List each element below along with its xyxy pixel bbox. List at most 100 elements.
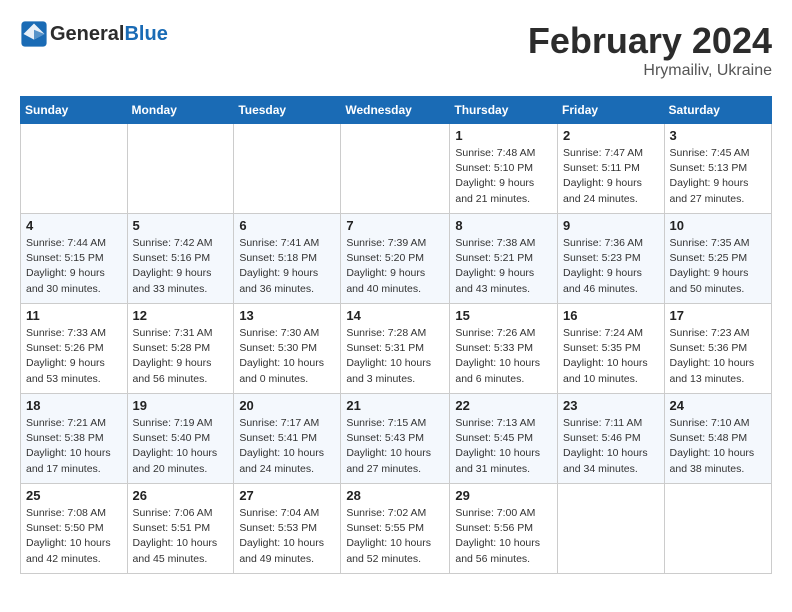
calendar-day-cell: 9 Sunrise: 7:36 AM Sunset: 5:23 PM Daylig…: [558, 214, 665, 304]
weekday-header-cell: Wednesday: [341, 97, 450, 124]
calendar-day-cell: 24 Sunrise: 7:10 AM Sunset: 5:48 PM Dayli…: [664, 394, 771, 484]
day-number: 26: [133, 488, 229, 503]
calendar-day-cell: 4 Sunrise: 7:44 AM Sunset: 5:15 PM Daylig…: [21, 214, 128, 304]
day-info: Sunrise: 7:17 AM Sunset: 5:41 PM Dayligh…: [239, 416, 335, 477]
calendar-day-cell: 2 Sunrise: 7:47 AM Sunset: 5:11 PM Daylig…: [558, 124, 665, 214]
calendar-day-cell: 15 Sunrise: 7:26 AM Sunset: 5:33 PM Dayli…: [450, 304, 558, 394]
day-number: 25: [26, 488, 122, 503]
day-number: 17: [670, 308, 766, 323]
calendar-table: SundayMondayTuesdayWednesdayThursdayFrid…: [20, 96, 772, 574]
day-number: 1: [455, 128, 552, 143]
day-number: 4: [26, 218, 122, 233]
day-info: Sunrise: 7:36 AM Sunset: 5:23 PM Dayligh…: [563, 236, 659, 297]
weekday-header-cell: Monday: [127, 97, 234, 124]
logo-text: GeneralBlue: [50, 23, 168, 46]
calendar-week-row: 1 Sunrise: 7:48 AM Sunset: 5:10 PM Daylig…: [21, 124, 772, 214]
logo-icon: [20, 20, 48, 48]
calendar-day-cell: 20 Sunrise: 7:17 AM Sunset: 5:41 PM Dayli…: [234, 394, 341, 484]
day-info: Sunrise: 7:44 AM Sunset: 5:15 PM Dayligh…: [26, 236, 122, 297]
day-info: Sunrise: 7:28 AM Sunset: 5:31 PM Dayligh…: [346, 326, 444, 387]
weekday-header-cell: Friday: [558, 97, 665, 124]
day-info: Sunrise: 7:26 AM Sunset: 5:33 PM Dayligh…: [455, 326, 552, 387]
calendar-day-cell: 12 Sunrise: 7:31 AM Sunset: 5:28 PM Dayli…: [127, 304, 234, 394]
day-info: Sunrise: 7:23 AM Sunset: 5:36 PM Dayligh…: [670, 326, 766, 387]
calendar-day-cell: 23 Sunrise: 7:11 AM Sunset: 5:46 PM Dayli…: [558, 394, 665, 484]
title-block: February 2024 Hrymailiv, Ukraine: [528, 20, 772, 80]
day-number: 27: [239, 488, 335, 503]
calendar-day-cell: [664, 484, 771, 574]
day-number: 14: [346, 308, 444, 323]
day-number: 16: [563, 308, 659, 323]
calendar-day-cell: 28 Sunrise: 7:02 AM Sunset: 5:55 PM Dayli…: [341, 484, 450, 574]
day-number: 6: [239, 218, 335, 233]
day-info: Sunrise: 7:19 AM Sunset: 5:40 PM Dayligh…: [133, 416, 229, 477]
day-number: 10: [670, 218, 766, 233]
day-number: 29: [455, 488, 552, 503]
day-number: 20: [239, 398, 335, 413]
day-info: Sunrise: 7:47 AM Sunset: 5:11 PM Dayligh…: [563, 146, 659, 207]
day-info: Sunrise: 7:15 AM Sunset: 5:43 PM Dayligh…: [346, 416, 444, 477]
calendar-day-cell: 10 Sunrise: 7:35 AM Sunset: 5:25 PM Dayli…: [664, 214, 771, 304]
calendar-day-cell: 22Sunrise: 7:13 AM Sunset: 5:45 PM Dayli…: [450, 394, 558, 484]
day-info: Sunrise: 7:31 AM Sunset: 5:28 PM Dayligh…: [133, 326, 229, 387]
calendar-day-cell: 6 Sunrise: 7:41 AM Sunset: 5:18 PM Daylig…: [234, 214, 341, 304]
day-number: 24: [670, 398, 766, 413]
day-info: Sunrise: 7:21 AM Sunset: 5:38 PM Dayligh…: [26, 416, 122, 477]
calendar-day-cell: 25 Sunrise: 7:08 AM Sunset: 5:50 PM Dayli…: [21, 484, 128, 574]
calendar-day-cell: 13 Sunrise: 7:30 AM Sunset: 5:30 PM Dayli…: [234, 304, 341, 394]
day-info: Sunrise: 7:08 AM Sunset: 5:50 PM Dayligh…: [26, 506, 122, 567]
day-info: Sunrise: 7:04 AM Sunset: 5:53 PM Dayligh…: [239, 506, 335, 567]
calendar-week-row: 25 Sunrise: 7:08 AM Sunset: 5:50 PM Dayli…: [21, 484, 772, 574]
day-number: 23: [563, 398, 659, 413]
calendar-week-row: 18 Sunrise: 7:21 AM Sunset: 5:38 PM Dayli…: [21, 394, 772, 484]
day-number: 19: [133, 398, 229, 413]
calendar-day-cell: 5 Sunrise: 7:42 AM Sunset: 5:16 PM Daylig…: [127, 214, 234, 304]
calendar-day-cell: [127, 124, 234, 214]
day-info: Sunrise: 7:00 AM Sunset: 5:56 PM Dayligh…: [455, 506, 552, 567]
day-info: Sunrise: 7:35 AM Sunset: 5:25 PM Dayligh…: [670, 236, 766, 297]
day-info: Sunrise: 7:24 AM Sunset: 5:35 PM Dayligh…: [563, 326, 659, 387]
calendar-day-cell: [341, 124, 450, 214]
day-info: Sunrise: 7:06 AM Sunset: 5:51 PM Dayligh…: [133, 506, 229, 567]
day-number: 5: [133, 218, 229, 233]
day-info: Sunrise: 7:42 AM Sunset: 5:16 PM Dayligh…: [133, 236, 229, 297]
day-number: 8: [455, 218, 552, 233]
day-info: Sunrise: 7:39 AM Sunset: 5:20 PM Dayligh…: [346, 236, 444, 297]
weekday-header-row: SundayMondayTuesdayWednesdayThursdayFrid…: [21, 97, 772, 124]
day-number: 28: [346, 488, 444, 503]
calendar-day-cell: 11Sunrise: 7:33 AM Sunset: 5:26 PM Dayli…: [21, 304, 128, 394]
day-info: Sunrise: 7:30 AM Sunset: 5:30 PM Dayligh…: [239, 326, 335, 387]
day-number: 13: [239, 308, 335, 323]
day-number: 21: [346, 398, 444, 413]
day-info: Sunrise: 7:48 AM Sunset: 5:10 PM Dayligh…: [455, 146, 552, 207]
day-info: Sunrise: 7:02 AM Sunset: 5:55 PM Dayligh…: [346, 506, 444, 567]
day-info: Sunrise: 7:13 AM Sunset: 5:45 PM Dayligh…: [455, 416, 552, 477]
calendar-day-cell: [234, 124, 341, 214]
calendar-day-cell: 21 Sunrise: 7:15 AM Sunset: 5:43 PM Dayli…: [341, 394, 450, 484]
weekday-header-cell: Saturday: [664, 97, 771, 124]
day-number: 18: [26, 398, 122, 413]
day-number: 9: [563, 218, 659, 233]
calendar-day-cell: 17 Sunrise: 7:23 AM Sunset: 5:36 PM Dayli…: [664, 304, 771, 394]
day-number: 2: [563, 128, 659, 143]
day-info: Sunrise: 7:45 AM Sunset: 5:13 PM Dayligh…: [670, 146, 766, 207]
day-info: Sunrise: 7:11 AM Sunset: 5:46 PM Dayligh…: [563, 416, 659, 477]
day-number: 15: [455, 308, 552, 323]
day-number: 12: [133, 308, 229, 323]
calendar-day-cell: 26 Sunrise: 7:06 AM Sunset: 5:51 PM Dayli…: [127, 484, 234, 574]
calendar-day-cell: [558, 484, 665, 574]
calendar-day-cell: 14 Sunrise: 7:28 AM Sunset: 5:31 PM Dayli…: [341, 304, 450, 394]
calendar-week-row: 4 Sunrise: 7:44 AM Sunset: 5:15 PM Daylig…: [21, 214, 772, 304]
calendar-day-cell: 3 Sunrise: 7:45 AM Sunset: 5:13 PM Daylig…: [664, 124, 771, 214]
calendar-week-row: 11Sunrise: 7:33 AM Sunset: 5:26 PM Dayli…: [21, 304, 772, 394]
month-title: February 2024: [528, 20, 772, 62]
day-info: Sunrise: 7:10 AM Sunset: 5:48 PM Dayligh…: [670, 416, 766, 477]
calendar-day-cell: 29 Sunrise: 7:00 AM Sunset: 5:56 PM Dayli…: [450, 484, 558, 574]
location-title: Hrymailiv, Ukraine: [528, 62, 772, 80]
day-info: Sunrise: 7:41 AM Sunset: 5:18 PM Dayligh…: [239, 236, 335, 297]
day-number: 3: [670, 128, 766, 143]
weekday-header-cell: Sunday: [21, 97, 128, 124]
calendar-day-cell: 8Sunrise: 7:38 AM Sunset: 5:21 PM Daylig…: [450, 214, 558, 304]
page-header: GeneralBlue February 2024 Hrymailiv, Ukr…: [20, 20, 772, 80]
calendar-day-cell: 19 Sunrise: 7:19 AM Sunset: 5:40 PM Dayli…: [127, 394, 234, 484]
